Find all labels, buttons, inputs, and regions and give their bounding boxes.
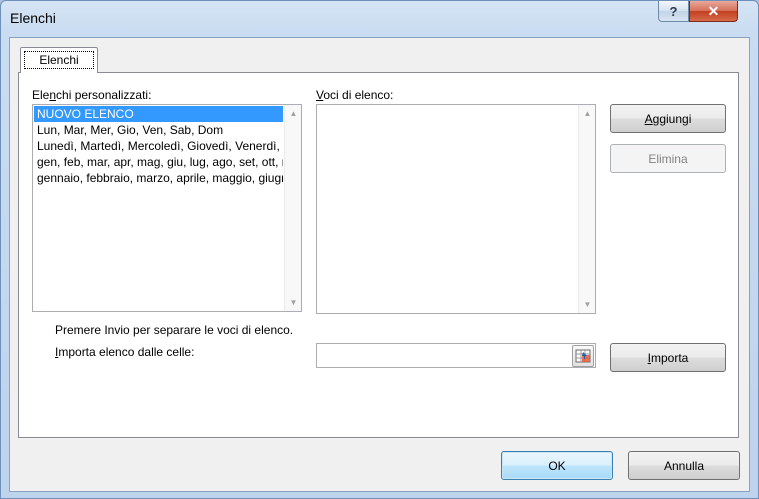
scroll-down-arrow-icon[interactable]: ▼ [579,296,595,313]
custom-list-item[interactable]: NUOVO ELENCO [34,106,283,122]
cancel-button-label: Annulla [663,458,705,473]
add-button-label: Aggiungi [644,111,692,126]
import-button[interactable]: Importa [610,343,726,372]
range-select-icon [575,349,591,363]
custom-list-item[interactable]: gen, feb, mar, apr, mag, giu, lug, ago, … [34,154,283,170]
custom-list-item[interactable]: Lun, Mar, Mer, Gio, Ven, Sab, Dom [34,122,283,138]
hint-text: Premere Invio per separare le voci di el… [55,323,294,337]
list-entries-textarea[interactable]: ▲ ▼ [316,104,596,314]
import-range-input[interactable] [316,343,596,368]
range-select-button[interactable] [572,345,594,367]
list-entries-label: Voci di elenco: [316,88,394,102]
scroll-down-arrow-icon[interactable]: ▼ [285,294,301,311]
scroll-up-arrow-icon[interactable]: ▲ [285,105,301,122]
tab-elenchi[interactable]: Elenchi [20,47,98,73]
help-icon: ? [669,3,678,19]
help-button[interactable]: ? [658,1,689,22]
custom-lists-listbox[interactable]: NUOVO ELENCO Lun, Mar, Mer, Gio, Ven, Sab… [32,104,302,312]
list-entries-scrollbar[interactable]: ▲ ▼ [578,105,595,313]
tab-label: Elenchi [24,51,94,69]
custom-list-item[interactable]: Lunedì, Martedì, Mercoledì, Giovedì, Ven… [34,138,283,154]
cancel-button[interactable]: Annulla [628,451,740,480]
import-from-cells-label: Importa elenco dalle celle: [55,345,195,359]
custom-lists-scrollbar[interactable]: ▲ ▼ [284,105,301,311]
delete-button[interactable]: Elimina [610,144,726,173]
close-icon: ✕ [707,2,720,19]
delete-button-label: Elimina [648,151,688,166]
scroll-up-arrow-icon[interactable]: ▲ [579,105,595,122]
title-bar[interactable]: Elenchi ? ✕ [1,1,758,37]
custom-list-item[interactable]: gennaio, febbraio, marzo, aprile, maggio… [34,170,283,186]
import-button-label: Importa [647,350,689,365]
ok-button[interactable]: OK [501,451,613,480]
add-button[interactable]: Aggiungi [610,104,726,133]
ok-button-label: OK [548,458,566,473]
window-title: Elenchi [10,10,56,26]
close-button[interactable]: ✕ [689,1,738,22]
custom-lists-label: Elenchi personalizzati: [32,88,152,102]
custom-lists-items: NUOVO ELENCO Lun, Mar, Mer, Gio, Ven, Sab… [34,106,283,186]
list-entries-value [318,106,577,110]
